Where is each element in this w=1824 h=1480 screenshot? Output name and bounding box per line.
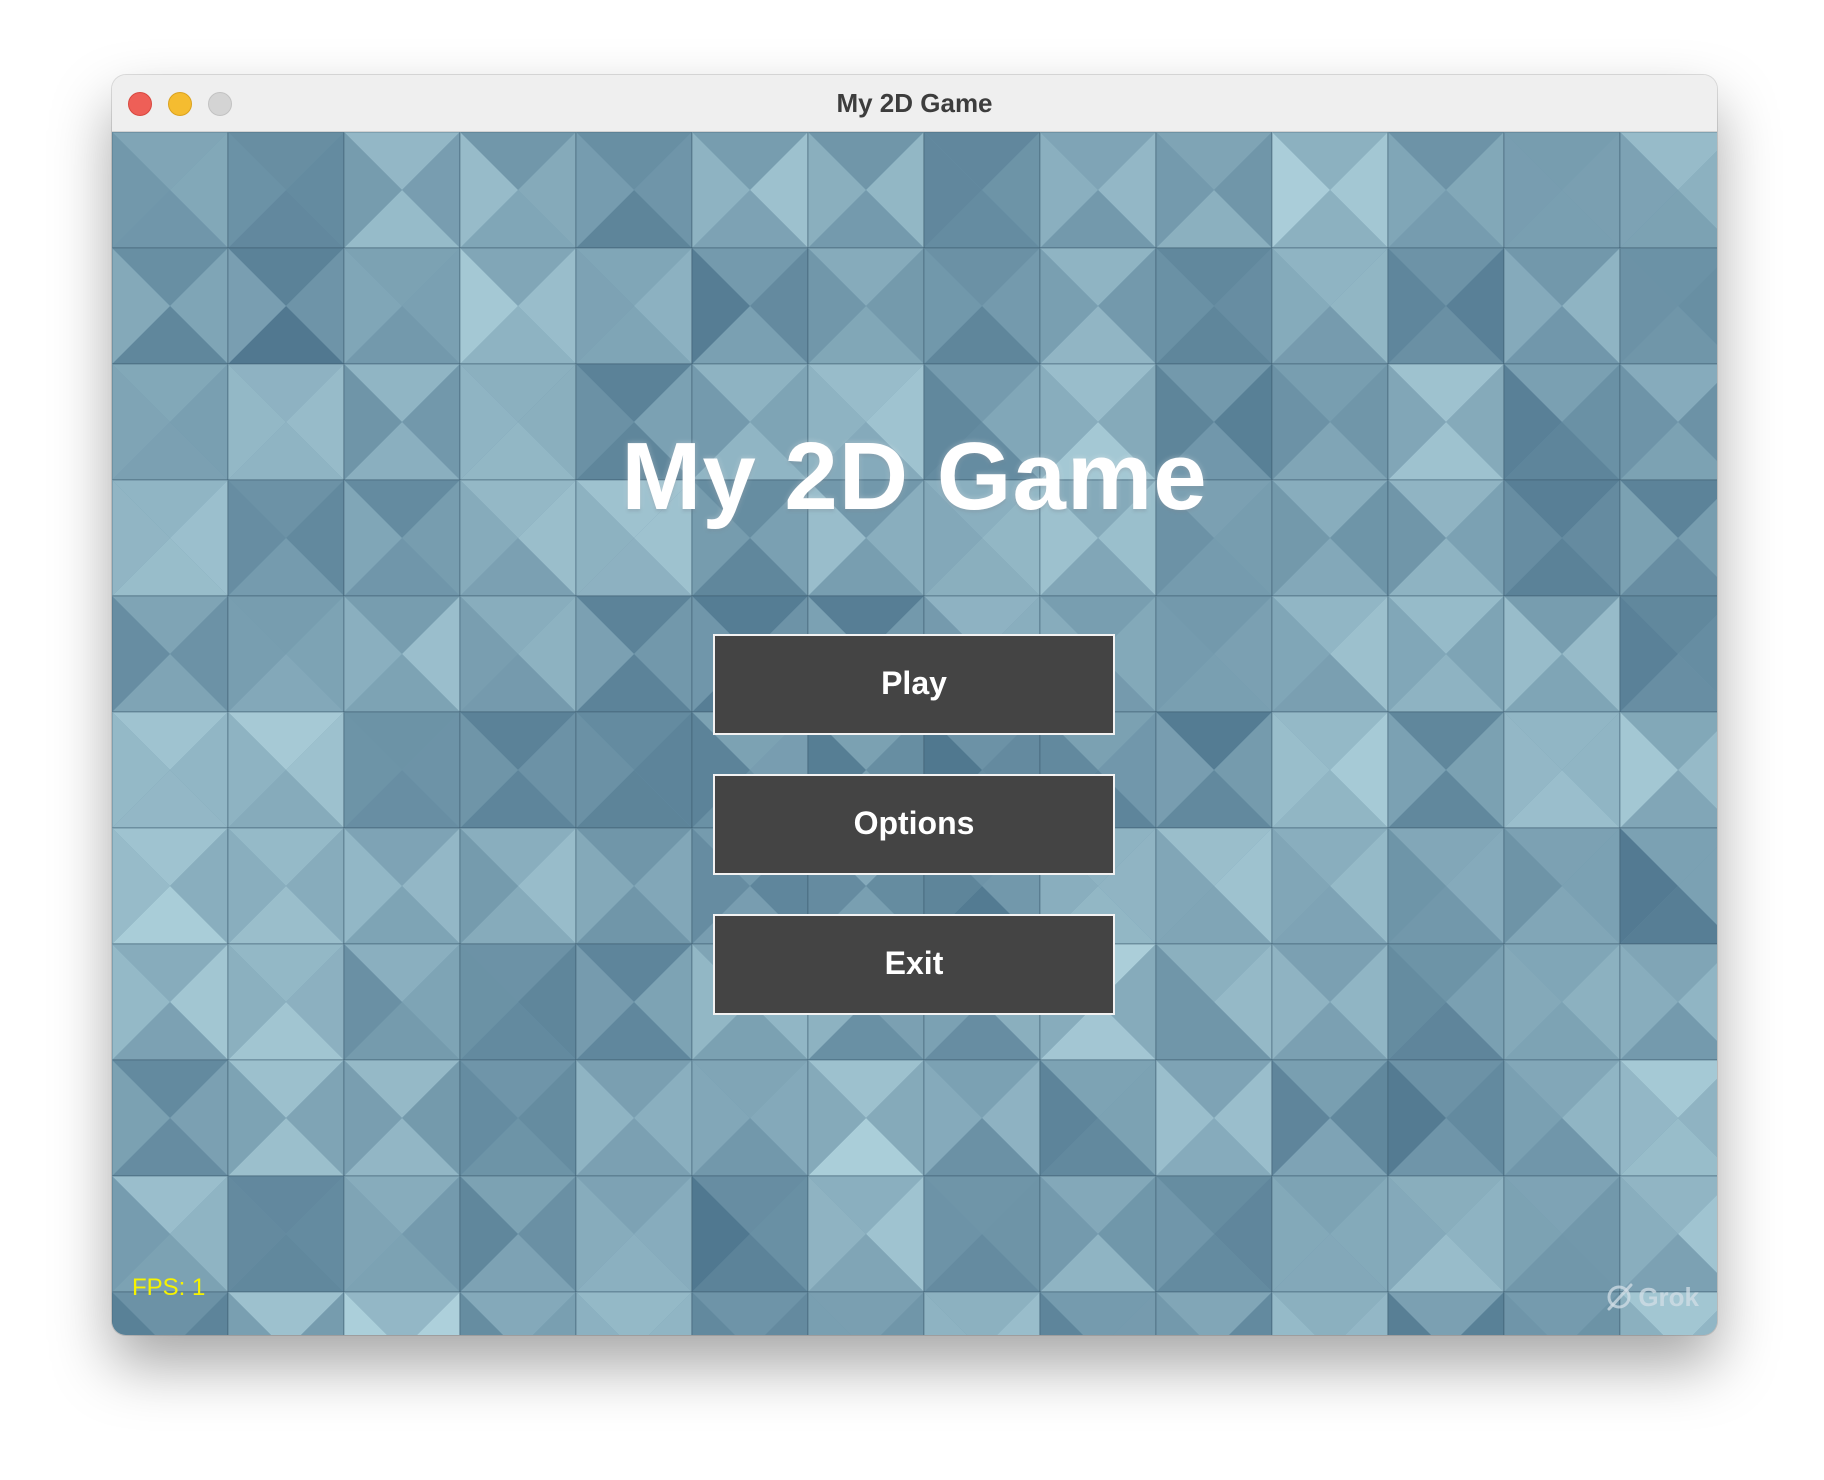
app-window: My 2D Game My 2D Game Play Options Exit … [112,75,1717,1335]
watermark-text: Grok [1638,1281,1699,1312]
options-button[interactable]: Options [713,774,1115,875]
play-button[interactable]: Play [713,634,1115,735]
grok-logo-icon [1607,1283,1633,1311]
exit-button[interactable]: Exit [713,914,1115,1015]
game-title: My 2D Game [621,423,1208,530]
window-title: My 2D Game [836,88,993,118]
game-canvas[interactable]: My 2D Game Play Options Exit FPS: 1 Grok [112,132,1717,1335]
fps-counter: FPS: 1 [132,1274,206,1301]
grok-watermark: Grok [1604,1280,1699,1314]
title-bar[interactable]: My 2D Game [112,75,1717,132]
